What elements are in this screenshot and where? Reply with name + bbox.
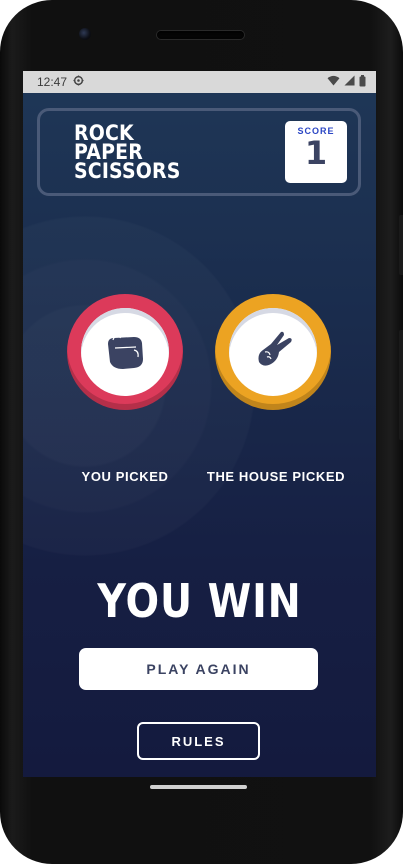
score-box: SCORE 1 — [285, 121, 347, 183]
earpiece-speaker — [157, 31, 244, 39]
result-text: YOU WIN — [97, 574, 302, 628]
volume-button — [399, 330, 403, 440]
house-picked-label: THE HOUSE PICKED — [206, 469, 346, 484]
status-time: 12:47 — [37, 75, 68, 89]
app-screen: 12:47 ROCK PAPER SCISSORS SCORE 1 YOU PI… — [23, 71, 376, 777]
rock-fist-icon — [101, 326, 149, 379]
game-title: ROCK PAPER SCISSORS — [74, 123, 181, 183]
play-again-button[interactable]: PLAY AGAIN — [79, 648, 318, 690]
signal-icon — [344, 75, 355, 89]
you-picked-label: YOU PICKED — [81, 469, 169, 484]
player-choice-rock — [67, 294, 183, 410]
score-value: 1 — [304, 134, 328, 172]
scissors-hand-icon — [251, 328, 295, 377]
rules-button[interactable]: RULES — [137, 722, 260, 760]
title-line-scissors: SCISSORS — [74, 159, 181, 183]
house-choice-scissors — [215, 294, 331, 410]
power-button — [399, 215, 403, 275]
status-bar: 12:47 — [23, 71, 376, 93]
header-panel: ROCK PAPER SCISSORS SCORE 1 — [37, 108, 361, 196]
front-camera — [79, 28, 91, 40]
wifi-icon — [327, 75, 340, 89]
phone-frame: 12:47 ROCK PAPER SCISSORS SCORE 1 YOU PI… — [0, 0, 403, 864]
settings-gear-icon — [73, 75, 84, 89]
home-indicator[interactable] — [150, 785, 247, 789]
battery-icon — [359, 74, 366, 90]
